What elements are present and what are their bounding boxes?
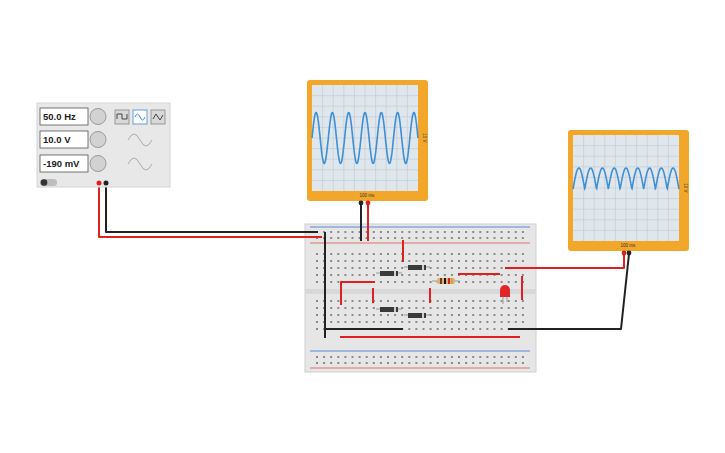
ground-jumper[interactable] [324, 232, 326, 338]
offset-icon [128, 158, 152, 170]
scope-screen [312, 85, 418, 191]
svg-text:100 ms: 100 ms [360, 193, 376, 198]
scope1-ground-wire[interactable] [360, 203, 362, 241]
jumper-wire[interactable] [372, 288, 374, 303]
jumper-wire[interactable] [341, 282, 375, 305]
jumper-wire[interactable] [402, 240, 404, 262]
amplitude-icon [128, 134, 152, 146]
positive-terminal[interactable] [97, 181, 102, 186]
waveform-button[interactable] [115, 110, 129, 124]
svg-text:10.0 V: 10.0 V [43, 134, 71, 145]
generator-display [40, 155, 88, 172]
resistor[interactable] [432, 278, 460, 284]
jumper-wire[interactable] [340, 336, 520, 338]
triangle-wave-icon [153, 114, 163, 120]
scope-ground-terminal[interactable] [359, 201, 364, 206]
scope-ground-terminal[interactable] [627, 251, 632, 256]
waveform-button[interactable] [133, 110, 147, 124]
sine-wave-icon [135, 114, 145, 120]
diode[interactable] [376, 307, 402, 312]
scope-screen [573, 135, 679, 241]
scope2-probe-wire[interactable] [505, 254, 624, 268]
wires [99, 185, 629, 338]
square-wave-icon [117, 114, 127, 119]
led[interactable] [500, 285, 510, 304]
generator-display [40, 108, 88, 125]
negative-terminal[interactable] [104, 181, 109, 186]
knob[interactable] [90, 156, 106, 172]
output-scope[interactable]: 100 ms 10 V [568, 130, 689, 255]
svg-text:10 V: 10 V [422, 133, 427, 142]
scope2-ground-wire[interactable] [508, 254, 629, 329]
svg-text:-190 mV: -190 mV [43, 158, 80, 169]
power-switch[interactable] [40, 179, 57, 186]
waveform-trace [312, 113, 418, 164]
waveform-button[interactable] [151, 110, 165, 124]
jumper-wire[interactable] [521, 276, 523, 300]
knob[interactable] [90, 132, 106, 148]
generator-positive-wire[interactable] [99, 185, 322, 237]
knob[interactable] [90, 109, 106, 125]
circuit-canvas: 50.0 Hz 10.0 V -190 mV 100 ms 10 V 100 ms 10 V [0, 0, 725, 453]
scope1-probe-wire[interactable] [367, 203, 369, 241]
generator-display [40, 131, 88, 148]
waveform-trace [573, 168, 679, 189]
input-scope[interactable]: 100 ms 10 V [307, 80, 428, 205]
function-generator[interactable]: 50.0 Hz 10.0 V -190 mV [37, 103, 170, 187]
scope-probe-terminal[interactable] [622, 251, 627, 256]
svg-text:50.0 Hz: 50.0 Hz [43, 111, 76, 122]
scope-probe-terminal[interactable] [366, 201, 371, 206]
diode[interactable] [404, 265, 430, 270]
diode[interactable] [376, 271, 402, 276]
jumper-wire[interactable] [458, 273, 500, 275]
circuit-diagram: 50.0 Hz 10.0 V -190 mV 100 ms 10 V 100 ms 10 V [0, 0, 725, 453]
jumper-wire[interactable] [325, 328, 403, 330]
jumper-wire[interactable] [429, 288, 431, 303]
generator-ground-wire[interactable] [106, 185, 318, 232]
svg-text:10 V: 10 V [683, 183, 688, 192]
diode[interactable] [404, 313, 430, 318]
breadboard[interactable] [305, 224, 536, 372]
svg-text:100 ms: 100 ms [621, 243, 637, 248]
